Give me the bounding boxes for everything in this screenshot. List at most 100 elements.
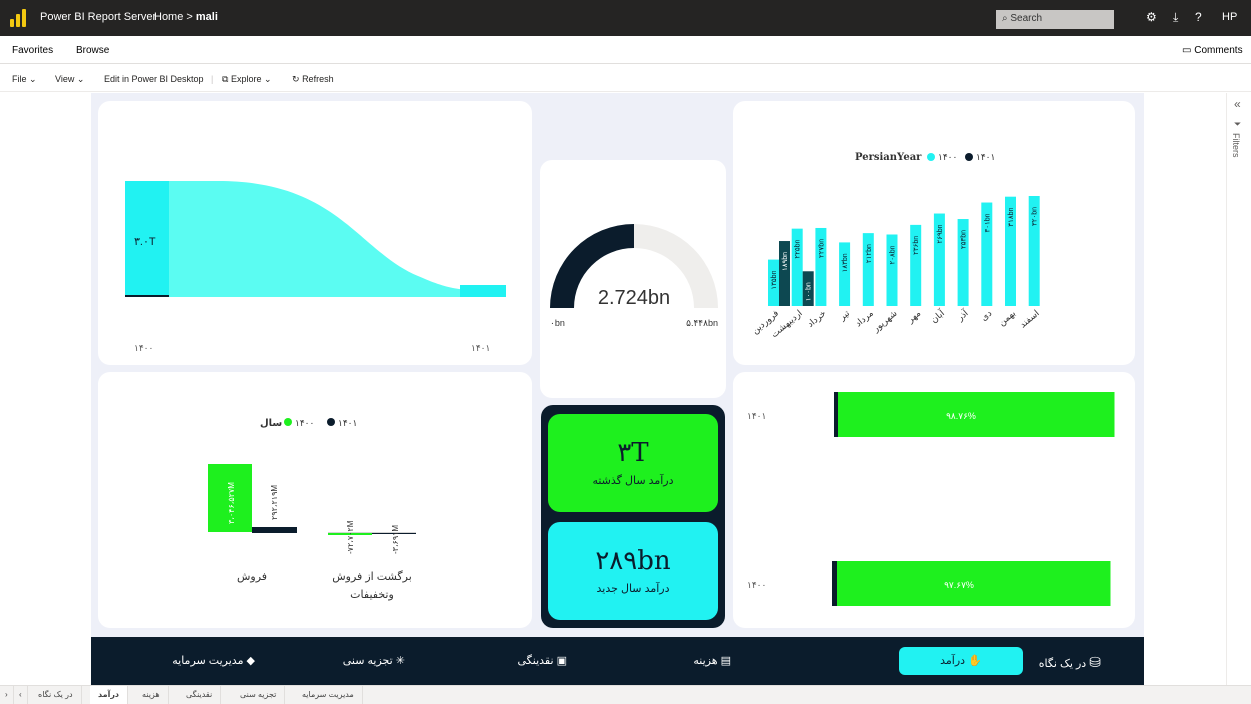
nav-liquidity-label: نقدینگی bbox=[517, 655, 554, 667]
refresh-button[interactable]: ↻ Refresh bbox=[292, 74, 334, 85]
returns-label-1400: -۷۲،۷۰۲M bbox=[346, 520, 355, 554]
sales-legend-title: سال bbox=[260, 418, 282, 429]
funnel-ribbon bbox=[125, 181, 506, 297]
legend-swatch-1400 bbox=[927, 153, 935, 161]
tab-cost[interactable]: هزینه bbox=[134, 686, 169, 704]
bar-1400-5 bbox=[886, 234, 898, 306]
collapse-icon[interactable]: « bbox=[1234, 97, 1241, 111]
filter-icon: ⏷ bbox=[1234, 119, 1242, 129]
sales-label-1401: ۲۹۲،۲۱۹M bbox=[270, 485, 279, 520]
bar-label-1400-8: ۲۵۳bn bbox=[961, 230, 968, 249]
bar-label-1400-10: ۳۱۸bn bbox=[1008, 208, 1015, 227]
view-menu[interactable]: View ⌄ bbox=[55, 74, 84, 85]
nav-overview-label: در یک نگاه bbox=[1038, 658, 1087, 670]
edit-in-desktop-button[interactable]: Edit in Power BI Desktop bbox=[104, 74, 204, 84]
kpi-new-year-value: ۲۸۹bn bbox=[595, 546, 671, 576]
gauge-max: ۵.۴۴۸bn bbox=[686, 318, 718, 328]
funnel-year-1401: ۱۴۰۱ bbox=[471, 343, 490, 353]
legend-swatch-1401 bbox=[965, 153, 973, 161]
nav-capital-label: مدیریت سرمایه bbox=[172, 655, 244, 667]
tab-capital[interactable]: مدیریت سرمایه bbox=[294, 686, 363, 704]
browse-link[interactable]: Browse bbox=[76, 45, 109, 56]
power-bi-logo-icon bbox=[10, 9, 26, 27]
bar-label-1400-9: ۳۰۱bn bbox=[984, 213, 991, 232]
returns-label-1401: -۳،۶۹۱M bbox=[391, 525, 400, 554]
month-label-2: خرداد bbox=[805, 308, 828, 329]
user-name[interactable]: HP bbox=[1222, 11, 1237, 23]
kpi-new-year-label: درآمد سال جدید bbox=[596, 583, 670, 595]
category-sales: فروش bbox=[237, 571, 267, 583]
tab-age[interactable]: تجزیه سنی bbox=[232, 686, 286, 704]
comments-button[interactable]: ▭ Comments bbox=[1182, 45, 1243, 56]
tab-prev-icon[interactable]: ‹ bbox=[0, 686, 14, 704]
nav-capital[interactable]: ◆ مدیریت سرمایه bbox=[135, 654, 255, 667]
piggy-bank-icon: ◆ bbox=[246, 655, 255, 667]
bar-label-1400-6: ۲۳۶bn bbox=[913, 236, 920, 255]
bar-label-1400-2: ۲۲۷bn bbox=[818, 239, 825, 258]
search-placeholder: Search bbox=[1010, 13, 1043, 24]
file-menu[interactable]: File ⌄ bbox=[12, 74, 37, 85]
download-icon[interactable]: ⤓ bbox=[1173, 10, 1178, 25]
bar-label-1400-7: ۲۶۹bn bbox=[937, 224, 944, 243]
tab-income[interactable]: درآمد bbox=[90, 686, 129, 704]
toolbar-divider: | bbox=[211, 74, 214, 84]
legend-label-1400: ۱۴۰۰ bbox=[938, 152, 957, 162]
progress-year-1401: ۱۴۰۱ bbox=[747, 411, 766, 421]
filters-label: Filters bbox=[1231, 133, 1241, 158]
breadcrumb-separator: > bbox=[186, 11, 193, 23]
favorites-link[interactable]: Favorites bbox=[12, 45, 53, 56]
cash-icon: ▣ bbox=[556, 655, 567, 667]
breadcrumb-current: mali bbox=[195, 11, 218, 23]
help-icon[interactable]: ? bbox=[1195, 10, 1202, 24]
tab-liquidity[interactable]: نقدینگی bbox=[178, 686, 222, 704]
bar-label-1400-1: ۲۲۵bn bbox=[795, 239, 802, 258]
receipt-icon: ▤ bbox=[720, 655, 731, 667]
funnel-base-1401 bbox=[125, 295, 169, 297]
kpi-last-year-label: درآمد سال گذشته bbox=[592, 475, 674, 487]
bar-label-1400-5: ۲۰۸bn bbox=[890, 245, 897, 264]
progress-label-1400: ۹۷.۶۷% bbox=[944, 580, 974, 590]
nav-liquidity[interactable]: ▣ نقدینگی bbox=[487, 654, 568, 667]
settings-icon[interactable]: ⚙ bbox=[1146, 10, 1157, 24]
month-label-7: آبان bbox=[928, 307, 946, 325]
bar-label-1401-0: ۱۸۹bn bbox=[782, 252, 789, 271]
gauge-card: 2.724bn ۰bn ۵.۴۴۸bn bbox=[540, 160, 726, 398]
progress-label-1401: ۹۸.۷۶% bbox=[946, 411, 976, 421]
breadcrumb-home[interactable]: Home bbox=[154, 11, 183, 23]
sales-bar-1401 bbox=[252, 527, 297, 533]
monthly-chart-card: PersianYear ۱۴۰۰ ۱۴۰۱ ۱۳۵bn ۱۸۹bn فروردین ۲… bbox=[733, 101, 1135, 365]
spider-icon: ✳ bbox=[395, 655, 405, 667]
progress-year-1400: ۱۴۰۰ bbox=[747, 580, 766, 590]
gauge-chart: 2.724bn ۰bn ۵.۴۴۸bn bbox=[550, 224, 718, 328]
bar-label-1401-1: ۱۰۰bn bbox=[806, 282, 813, 301]
month-label-8: آذر bbox=[954, 307, 971, 323]
month-label-11: اسفند bbox=[1018, 308, 1041, 330]
right-gutter bbox=[1144, 93, 1226, 685]
search-input[interactable]: ⌕ Search bbox=[996, 10, 1114, 29]
legend-title: PersianYear bbox=[855, 152, 922, 163]
nav-age[interactable]: ✳ تجزیه سنی bbox=[315, 654, 405, 667]
tab-overview[interactable]: در یک نگاه bbox=[30, 686, 82, 704]
funnel-bar-1401 bbox=[460, 285, 506, 297]
explore-menu[interactable]: ⧉ Explore ⌄ bbox=[222, 74, 272, 85]
nav-income[interactable]: ✋ درآمد bbox=[899, 647, 1023, 675]
tab-next-icon[interactable]: › bbox=[14, 686, 28, 704]
sales-legend-swatch-1401 bbox=[327, 418, 335, 426]
monthly-column-chart: PersianYear ۱۴۰۰ ۱۴۰۱ ۱۳۵bn۱۸۹bnفروردین۲… bbox=[750, 152, 1041, 339]
kpi-last-year-value: ۳T bbox=[617, 438, 649, 468]
filters-pane[interactable]: « ⏷ Filters bbox=[1226, 93, 1251, 685]
month-label-5: شهریور bbox=[870, 308, 899, 334]
legend-label-1401: ۱۴۰۱ bbox=[976, 152, 995, 162]
funnel-year-1400: ۱۴۰۰ bbox=[134, 343, 153, 353]
sales-legend-1401: ۱۴۰۱ bbox=[338, 418, 357, 428]
nav-cost-label: هزینه bbox=[693, 655, 718, 667]
month-label-6: مهر bbox=[905, 308, 923, 325]
gauge-min: ۰bn bbox=[550, 318, 565, 328]
page-navigator: ⛁ در یک نگاه ✋ درآمد ▤ هزینه ▣ نقدینگی ✳… bbox=[91, 637, 1144, 685]
refresh-label: Refresh bbox=[302, 74, 334, 84]
nav-cost[interactable]: ▤ هزینه bbox=[671, 654, 731, 667]
bar-label-1400-3: ۱۸۳bn bbox=[842, 253, 849, 272]
sales-card: سال ۱۴۰۰ ۱۴۰۱ ۳،۰۴۶،۵۲۷M ۲۹۲،۲۱۹M -۷۲،۷۰… bbox=[98, 372, 532, 628]
kpi-new-year-card: ۲۸۹bn درآمد سال جدید bbox=[548, 522, 718, 620]
kpi-last-year-card: ۳T درآمد سال گذشته bbox=[548, 414, 718, 512]
